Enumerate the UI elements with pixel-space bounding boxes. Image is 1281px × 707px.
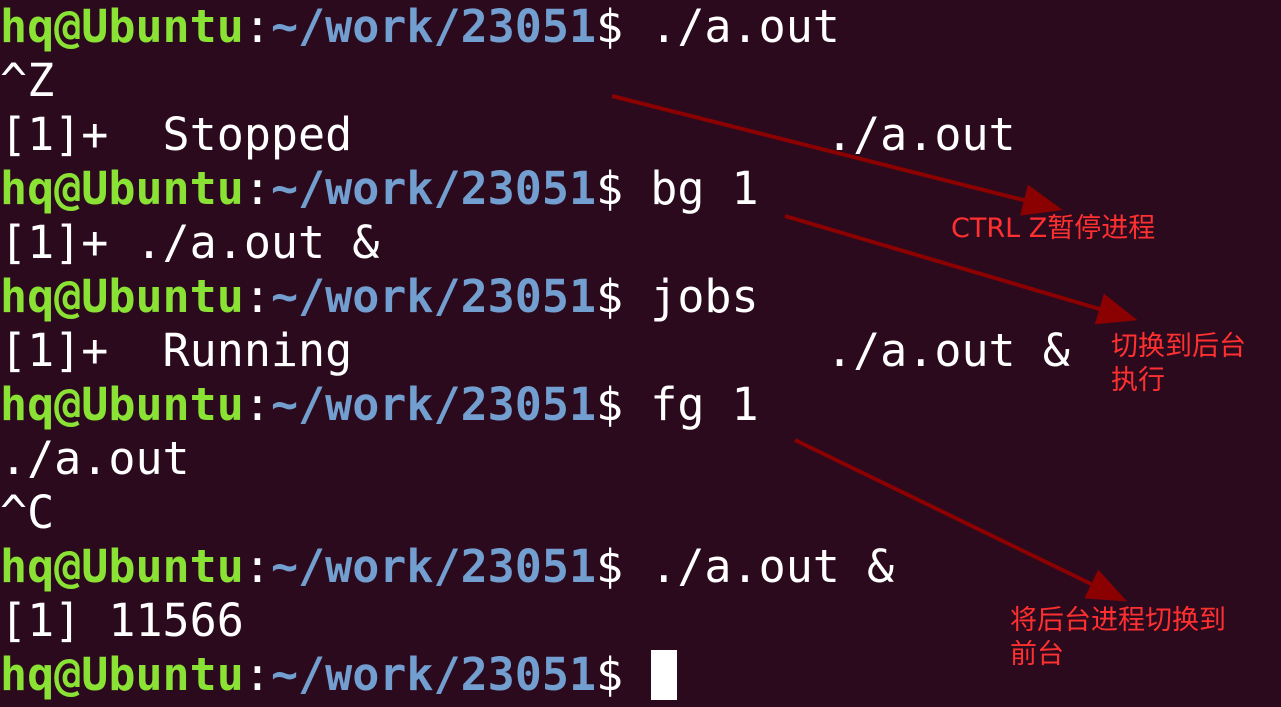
- annotation-to-foreground: 将后台进程切换到 前台: [1010, 605, 1226, 670]
- command-text: ./a.out &: [623, 540, 895, 593]
- output-text: ./a.out: [0, 432, 190, 485]
- prompt-user-host: hq@Ubuntu: [0, 378, 244, 431]
- prompt-dollar: $: [596, 648, 624, 701]
- output-line: ./a.out: [826, 108, 1016, 162]
- prompt-dollar: $: [596, 0, 624, 53]
- prompt-dollar: $: [596, 540, 624, 593]
- prompt-path: ~/work/23051: [270, 378, 597, 431]
- job-command-text: ./a.out: [826, 108, 1016, 161]
- output-line: [1] 11566: [0, 594, 244, 648]
- prompt-line: hq@Ubuntu:~/work/23051$ ./a.out &: [0, 540, 894, 594]
- command-text: fg 1: [623, 378, 759, 431]
- output-text: ^C: [0, 486, 55, 539]
- job-command-text: ./a.out &: [826, 324, 1070, 377]
- output-line: [1]+ Running: [0, 324, 352, 378]
- command-text: jobs: [623, 270, 759, 323]
- job-status-text: [1]+ Stopped: [0, 108, 353, 161]
- prompt-user-host: hq@Ubuntu: [0, 0, 244, 53]
- prompt-colon: :: [243, 378, 271, 431]
- prompt-user-host: hq@Ubuntu: [0, 540, 244, 593]
- prompt-colon: :: [243, 0, 271, 53]
- prompt-path: ~/work/23051: [270, 0, 597, 53]
- prompt-colon: :: [243, 540, 271, 593]
- prompt-user-host: hq@Ubuntu: [0, 162, 244, 215]
- annotation-ctrl-z: CTRL Z暂停进程: [951, 213, 1156, 244]
- output-text: ^Z: [0, 54, 55, 107]
- command-text: bg 1: [623, 162, 759, 215]
- job-status-text: [1]+ Running: [0, 324, 353, 377]
- prompt-user-host: hq@Ubuntu: [0, 648, 244, 701]
- prompt-line: hq@Ubuntu:~/work/23051$ ./a.out: [0, 0, 840, 54]
- prompt-colon: :: [243, 270, 271, 323]
- prompt-line[interactable]: hq@Ubuntu:~/work/23051$: [0, 648, 678, 702]
- prompt-path: ~/work/23051: [270, 162, 597, 215]
- prompt-line: hq@Ubuntu:~/work/23051$ jobs: [0, 270, 759, 324]
- prompt-colon: :: [243, 648, 271, 701]
- prompt-path: ~/work/23051: [270, 540, 597, 593]
- command-text: ./a.out: [623, 0, 840, 53]
- output-text: [1]+ ./a.out &: [0, 216, 380, 269]
- prompt-path: ~/work/23051: [270, 648, 597, 701]
- output-line: [1]+ Stopped: [0, 108, 352, 162]
- output-line: ./a.out &: [826, 324, 1070, 378]
- prompt-dollar: $: [596, 270, 624, 323]
- prompt-path: ~/work/23051: [270, 270, 597, 323]
- prompt-line: hq@Ubuntu:~/work/23051$ bg 1: [0, 162, 759, 216]
- prompt-user-host: hq@Ubuntu: [0, 270, 244, 323]
- annotation-to-background: 切换到后台 执行: [1111, 331, 1246, 396]
- output-line: ^Z: [0, 54, 54, 108]
- prompt-colon: :: [243, 162, 271, 215]
- output-text: [1] 11566: [0, 594, 244, 647]
- output-line: ^C: [0, 486, 54, 540]
- text-cursor[interactable]: [651, 650, 678, 700]
- terminal-window[interactable]: hq@Ubuntu:~/work/23051$ ./a.out ^Z [1]+ …: [0, 0, 1281, 707]
- output-line: [1]+ ./a.out &: [0, 216, 379, 270]
- prompt-dollar: $: [596, 162, 624, 215]
- prompt-line: hq@Ubuntu:~/work/23051$ fg 1: [0, 378, 759, 432]
- output-line: ./a.out: [0, 432, 190, 486]
- prompt-dollar: $: [596, 378, 624, 431]
